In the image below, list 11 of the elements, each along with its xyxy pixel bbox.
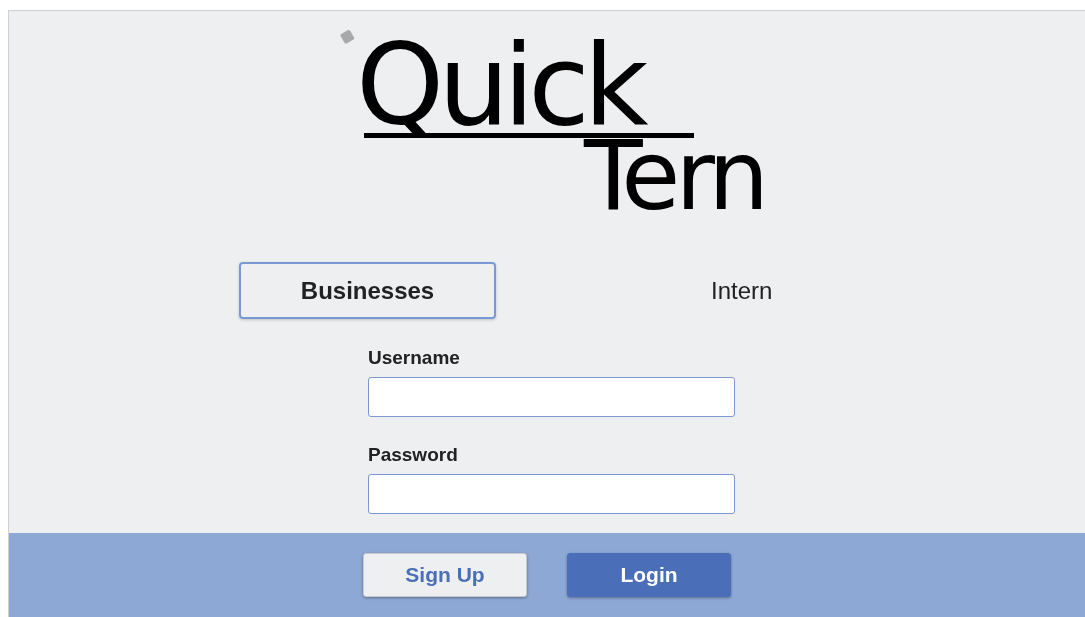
tab[interactable]: Businesses xyxy=(239,262,496,319)
sign-up-button[interactable]: Sign Up xyxy=(363,553,527,597)
login-button[interactable]: Login xyxy=(567,553,731,597)
logo-text: Tern xyxy=(584,138,764,214)
input-field[interactable] xyxy=(368,474,735,514)
knob-icon xyxy=(340,29,356,45)
field-label: Username xyxy=(368,347,460,369)
tab[interactable]: Intern xyxy=(699,262,785,319)
input-field[interactable] xyxy=(368,377,735,417)
field-label: Password xyxy=(368,444,458,466)
logo-text: Quick xyxy=(356,37,643,133)
